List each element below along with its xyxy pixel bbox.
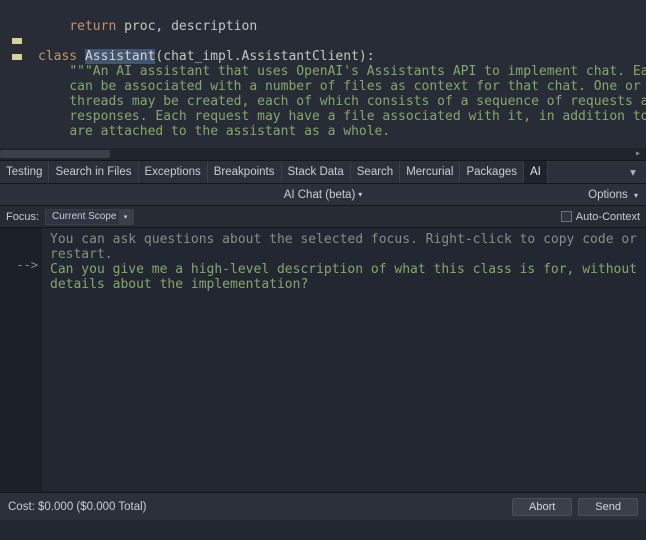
ai-panel-header: AI Chat (beta) ▾ Options ▾	[0, 184, 646, 206]
chat-user-prompt[interactable]: details about the implementation?	[50, 277, 638, 292]
auto-context-label: Auto-Context	[576, 211, 640, 223]
tab-label: Testing	[6, 166, 42, 178]
chat-text-area[interactable]: You can ask questions about the selected…	[42, 228, 646, 492]
tab-label: Breakpoints	[214, 166, 275, 178]
code-editor[interactable]: return proc, description class Assistant…	[0, 0, 646, 148]
tab-mercurial[interactable]: Mercurial	[400, 161, 460, 183]
code-line: are attached to the assistant as a whole…	[38, 124, 390, 139]
tool-tabstrip: Testing Search in Files Exceptions Break…	[0, 160, 646, 184]
focus-bar: Focus: Current Scope ▾ Auto-Context	[0, 206, 646, 228]
auto-context-toggle: Auto-Context	[561, 211, 640, 223]
tab-exceptions[interactable]: Exceptions	[139, 161, 208, 183]
chevron-down-icon: ▾	[634, 191, 638, 200]
send-button[interactable]: Send	[578, 498, 638, 516]
chat-hint: restart.	[50, 247, 638, 262]
tab-label: Mercurial	[406, 166, 453, 178]
code-line: threads may be created, each of which co…	[38, 94, 646, 109]
abort-button[interactable]: Abort	[512, 498, 572, 516]
tab-label: Stack Data	[288, 166, 344, 178]
prompt-marker-icon: -->	[0, 258, 38, 272]
button-label: Send	[595, 501, 621, 513]
tab-breakpoints[interactable]: Breakpoints	[208, 161, 282, 183]
tab-overflow-menu-icon[interactable]: ▾	[624, 161, 642, 183]
code-line: responses. Each request may have a file …	[38, 109, 646, 124]
ai-panel-footer: Cost: $0.000 ($0.000 Total) Abort Send	[0, 492, 646, 520]
scrollbar-right-arrow-icon[interactable]: ▸	[632, 148, 644, 160]
tab-label: Search	[357, 166, 393, 178]
tab-label: Packages	[466, 166, 517, 178]
tab-label: Exceptions	[145, 166, 201, 178]
tab-ai[interactable]: AI	[524, 161, 548, 183]
tab-label: Search in Files	[55, 166, 131, 178]
panel-title-dropdown[interactable]: AI Chat (beta) ▾	[284, 189, 363, 201]
tab-search-in-files[interactable]: Search in Files	[49, 161, 138, 183]
fold-marker-icon[interactable]	[12, 54, 22, 60]
chat-user-prompt[interactable]: Can you give me a high-level description…	[50, 262, 638, 277]
tab-label: AI	[530, 166, 541, 178]
tab-packages[interactable]: Packages	[460, 161, 524, 183]
chevron-down-icon: ▾	[119, 209, 133, 225]
options-menu[interactable]: Options ▾	[588, 189, 638, 201]
scrollbar-thumb[interactable]	[0, 150, 110, 158]
tab-search[interactable]: Search	[351, 161, 400, 183]
chat-gutter: -->	[0, 228, 42, 492]
chevron-down-icon: ▾	[358, 190, 362, 199]
focus-scope-select[interactable]: Current Scope ▾	[45, 209, 133, 225]
code-content[interactable]: return proc, description class Assistant…	[8, 4, 638, 148]
panel-title: AI Chat (beta)	[284, 189, 356, 201]
code-line: """An AI assistant that uses OpenAI's As…	[38, 64, 646, 79]
ai-chat-body: --> You can ask questions about the sele…	[0, 228, 646, 492]
code-line: return proc, description	[38, 19, 257, 34]
options-label: Options	[588, 189, 628, 201]
code-line: can be associated with a number of files…	[38, 79, 646, 94]
editor-gutter	[0, 0, 26, 148]
tab-stack-data[interactable]: Stack Data	[282, 161, 351, 183]
focus-value: Current Scope	[52, 211, 116, 222]
code-line: class Assistant(chat_impl.AssistantClien…	[38, 49, 375, 64]
cost-readout: Cost: $0.000 ($0.000 Total)	[8, 501, 147, 513]
button-label: Abort	[529, 501, 555, 513]
tab-testing[interactable]: Testing	[0, 161, 49, 183]
chat-hint: You can ask questions about the selected…	[50, 232, 638, 247]
focus-label: Focus:	[6, 211, 39, 223]
auto-context-checkbox[interactable]	[561, 211, 572, 222]
editor-horizontal-scrollbar[interactable]: ▸	[0, 148, 646, 160]
fold-marker-icon[interactable]	[12, 38, 22, 44]
